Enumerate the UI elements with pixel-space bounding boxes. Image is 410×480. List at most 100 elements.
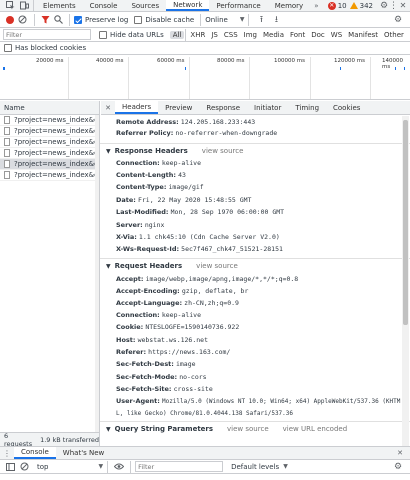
tab-response[interactable]: Response (199, 101, 247, 114)
request-headers-section[interactable]: ▼ Request Headers view source (106, 262, 238, 270)
request-list-header[interactable]: Name (0, 101, 99, 115)
request-header-row: Accept-Encoding: gzip, deflate, br (116, 287, 248, 295)
tab-performance[interactable]: Performance (209, 0, 267, 11)
context-value: top (37, 462, 49, 471)
filter-icon[interactable] (39, 15, 51, 24)
overview-timeline[interactable]: 20000 ms 40000 ms 60000 ms 80000 ms 1000… (0, 55, 410, 100)
filter-type-other[interactable]: Other (381, 31, 407, 39)
console-filter-input[interactable] (135, 461, 224, 472)
clear-console-icon[interactable] (17, 462, 31, 471)
tab-initiator[interactable]: Initiator (247, 101, 288, 114)
view-source-link[interactable]: view source (196, 262, 238, 270)
tab-timing[interactable]: Timing (288, 101, 326, 114)
tab-memory[interactable]: Memory (268, 0, 310, 11)
close-devtools-icon[interactable]: ✕ (398, 1, 408, 10)
warning-icon[interactable] (349, 2, 358, 9)
blocked-cookies-row: Has blocked cookies (0, 42, 410, 55)
request-row[interactable]: ?project=news_index&eve... (0, 170, 99, 181)
filter-type-manifest[interactable]: Manifest (345, 31, 381, 39)
filter-type-xhr[interactable]: XHR (187, 31, 208, 39)
error-count[interactable]: 10 (338, 2, 347, 10)
drawer-tab-console[interactable]: Console (14, 447, 56, 459)
hide-data-urls-checkbox[interactable] (99, 30, 107, 39)
response-headers-section[interactable]: ▼ Response Headers view source (106, 147, 243, 155)
drawer-tab-whats-new[interactable]: What's New (56, 447, 111, 459)
header-value: image/webp,image/apng,image/*,*/*;q=0.8 (145, 275, 299, 283)
tab-elements[interactable]: Elements (36, 0, 83, 11)
request-name: ?project=news_index&eve... (14, 116, 99, 124)
request-row[interactable]: ?project=news_index&eve... (0, 137, 99, 148)
filter-type-media[interactable]: Media (260, 31, 287, 39)
tab-preview[interactable]: Preview (158, 101, 199, 114)
filter-type-img[interactable]: Img (241, 31, 260, 39)
filter-input[interactable] (3, 29, 91, 40)
import-har-icon[interactable]: ⭱ (253, 12, 269, 28)
export-har-icon[interactable]: ⭳ (269, 12, 283, 28)
request-header-row: Host: webstat.ws.126.net (116, 336, 208, 344)
eye-icon[interactable] (112, 463, 126, 470)
throttling-select[interactable]: Online ▼ (205, 16, 244, 24)
tab-headers[interactable]: Headers (115, 101, 159, 114)
detail-scrollbar-thumb[interactable] (403, 120, 408, 325)
request-row-selected[interactable]: ?project=news_index&eve... (0, 159, 99, 170)
request-row[interactable]: ?project=news_index&eve... (0, 115, 99, 126)
disable-cache-checkbox[interactable] (134, 15, 143, 24)
network-settings-icon[interactable]: ⚙ (392, 15, 404, 25)
kebab-menu-icon[interactable]: ⋮ (389, 1, 398, 11)
filter-type-ws[interactable]: WS (328, 31, 345, 39)
preserve-log-checkbox[interactable] (74, 15, 82, 24)
tab-cookies[interactable]: Cookies (326, 101, 367, 114)
tab-network[interactable]: Network (166, 0, 210, 11)
filter-type-js[interactable]: JS (208, 31, 221, 39)
throttling-value: Online (205, 15, 228, 24)
close-drawer-icon[interactable]: ✕ (394, 449, 406, 457)
view-source-link[interactable]: view source (227, 425, 269, 433)
filter-type-font[interactable]: Font (287, 31, 308, 39)
tab-console[interactable]: Console (83, 0, 125, 11)
warning-count[interactable]: 342 (360, 2, 373, 10)
request-row[interactable]: ?project=news_index&eve... (0, 148, 99, 159)
header-value: Mon, 28 Sep 1970 06:00:00 GMT (170, 208, 285, 216)
context-select[interactable]: top ▼ (37, 463, 103, 471)
record-icon[interactable] (6, 15, 14, 24)
request-header-row: Accept: image/webp,image/apng,image/*,*/… (116, 275, 298, 283)
filter-type-all[interactable]: All (169, 30, 185, 39)
query-string-section[interactable]: ▼ Query String Parameters view source view … (106, 425, 347, 433)
inspect-element-icon[interactable] (3, 0, 17, 12)
view-source-link[interactable]: view source (202, 147, 244, 155)
clear-icon[interactable] (14, 15, 30, 24)
request-list-scrollbar[interactable] (95, 115, 99, 446)
timeline-tick: 120000 ms (334, 58, 365, 64)
drawer-menu-icon[interactable]: ⋮ (0, 449, 14, 458)
header-value: nginx (144, 221, 165, 229)
log-levels-select[interactable]: Default levels ▼ (231, 463, 288, 471)
header-key: Referer: (116, 348, 147, 356)
settings-gear-icon[interactable]: ⚙ (379, 1, 389, 11)
header-value: image/gif (168, 183, 204, 191)
filter-bar: Hide data URLs All XHR JS CSS Img Media … (0, 28, 410, 42)
error-icon[interactable]: ✕ (327, 1, 336, 10)
transferred-size: 1.9 kB transferred (40, 435, 99, 444)
network-status-bar: 6 requests 1.9 kB transferred (0, 432, 100, 448)
header-key: Accept-Language: (116, 299, 183, 307)
detail-scrollbar[interactable] (402, 116, 409, 446)
view-url-encoded-link[interactable]: view URL encoded (283, 425, 348, 433)
close-details-icon[interactable]: ✕ (101, 104, 115, 112)
search-icon[interactable] (51, 15, 65, 24)
file-icon (4, 116, 10, 124)
filter-type-doc[interactable]: Doc (308, 31, 328, 39)
log-levels-value: Default levels (231, 462, 280, 471)
header-key: Sec-Fetch-Site: (116, 385, 172, 393)
filter-type-css[interactable]: CSS (221, 31, 241, 39)
disable-cache-label: Disable cache (145, 15, 195, 24)
timeline-request-mark (185, 67, 186, 70)
console-sidebar-icon[interactable] (3, 462, 17, 471)
has-blocked-cookies-checkbox[interactable] (4, 44, 12, 52)
console-settings-icon[interactable]: ⚙ (392, 462, 404, 472)
header-value: Mozilla/5.0 (Windows NT 10.0; Win64; x64… (161, 398, 401, 405)
device-toolbar-icon[interactable] (17, 0, 31, 12)
request-row[interactable]: ?project=news_index&eve... (0, 126, 99, 137)
more-tabs-button[interactable]: » (310, 2, 322, 10)
tab-sources[interactable]: Sources (124, 0, 166, 11)
devtools-main-tabbar: Elements Console Sources Network Perform… (0, 0, 410, 12)
